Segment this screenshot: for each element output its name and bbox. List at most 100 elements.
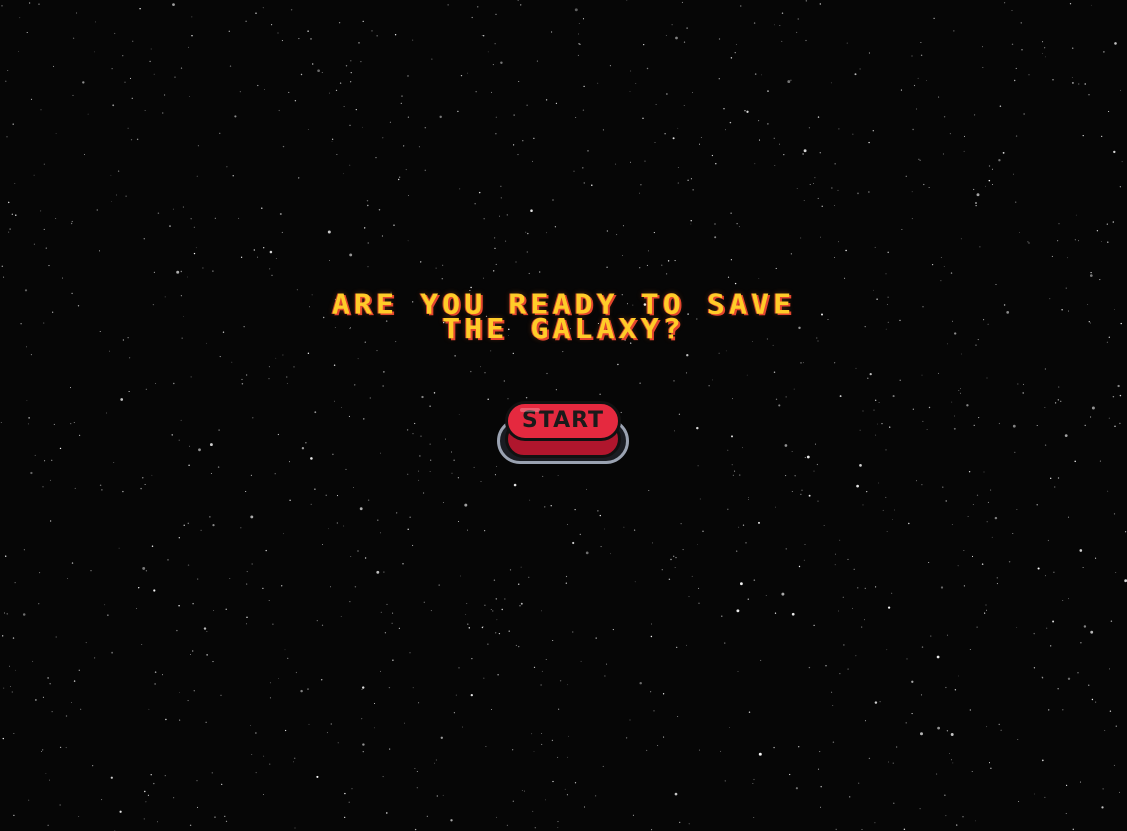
- star: [330, 586, 332, 588]
- star: [28, 2, 31, 4]
- star: [143, 818, 145, 820]
- star: [937, 726, 940, 730]
- star: [320, 679, 323, 681]
- star: [418, 470, 420, 472]
- star: [47, 677, 49, 679]
- star: [197, 145, 199, 147]
- star: [1088, 684, 1090, 686]
- star: [625, 737, 628, 739]
- star: [541, 670, 543, 672]
- star: [271, 274, 273, 276]
- star: [785, 475, 787, 477]
- star: [94, 21, 96, 23]
- star: [677, 167, 679, 169]
- star: [986, 726, 988, 728]
- star: [602, 129, 604, 131]
- star: [198, 448, 201, 452]
- star: [1091, 698, 1094, 701]
- star: [606, 266, 608, 268]
- star: [1045, 56, 1047, 58]
- star: [180, 270, 183, 273]
- star: [1074, 239, 1076, 241]
- star: [1065, 784, 1068, 787]
- star: [920, 54, 923, 57]
- star: [117, 170, 120, 172]
- star: [885, 449, 887, 451]
- star: [369, 397, 371, 399]
- star: [256, 256, 259, 258]
- star: [587, 150, 589, 152]
- star: [430, 610, 432, 612]
- star: [533, 751, 535, 752]
- star: [540, 684, 542, 686]
- star: [718, 352, 720, 354]
- star: [43, 163, 45, 165]
- star: [796, 31, 798, 33]
- star: [191, 16, 193, 18]
- star: [104, 604, 106, 606]
- star: [819, 751, 821, 753]
- star: [545, 799, 546, 801]
- star: [633, 529, 636, 531]
- star: [715, 162, 717, 165]
- star: [382, 137, 384, 139]
- star: [178, 537, 180, 539]
- star: [329, 259, 330, 261]
- star: [1101, 241, 1102, 242]
- star: [132, 40, 134, 42]
- star: [774, 164, 776, 166]
- star: [651, 542, 653, 544]
- star: [1028, 242, 1030, 244]
- star: [1047, 539, 1049, 542]
- star: [1023, 113, 1025, 115]
- star: [968, 471, 971, 473]
- star: [971, 771, 973, 772]
- star: [742, 524, 745, 526]
- star: [639, 267, 641, 269]
- star: [623, 526, 625, 528]
- star: [483, 35, 485, 37]
- star: [544, 506, 546, 508]
- star: [420, 261, 422, 263]
- star: [279, 213, 282, 215]
- star: [59, 746, 62, 748]
- star: [213, 610, 215, 611]
- star: [150, 48, 152, 50]
- star: [721, 615, 723, 617]
- star: [412, 39, 414, 41]
- star: [407, 528, 409, 531]
- star: [24, 289, 28, 292]
- star: [916, 108, 917, 110]
- star: [859, 68, 861, 70]
- star: [269, 682, 271, 684]
- star: [517, 154, 519, 156]
- star: [13, 814, 15, 817]
- star: [797, 18, 799, 20]
- star: [331, 141, 333, 142]
- star: [480, 366, 482, 368]
- star: [30, 471, 33, 475]
- star: [219, 356, 221, 358]
- star: [196, 806, 199, 808]
- star: [817, 768, 820, 770]
- star: [976, 193, 980, 197]
- star: [82, 81, 85, 84]
- star: [919, 808, 921, 810]
- star: [874, 246, 876, 248]
- star: [875, 586, 877, 588]
- star: [282, 145, 285, 148]
- star: [838, 610, 839, 612]
- star: [294, 100, 297, 102]
- star: [196, 175, 198, 177]
- star: [729, 121, 732, 124]
- star: [991, 168, 993, 170]
- star: [564, 788, 566, 790]
- star: [800, 362, 802, 364]
- star: [300, 73, 303, 76]
- star: [218, 429, 220, 431]
- star: [654, 142, 656, 143]
- start-button[interactable]: START: [505, 401, 621, 441]
- star: [174, 76, 176, 78]
- star: [609, 65, 611, 67]
- star: [265, 549, 267, 552]
